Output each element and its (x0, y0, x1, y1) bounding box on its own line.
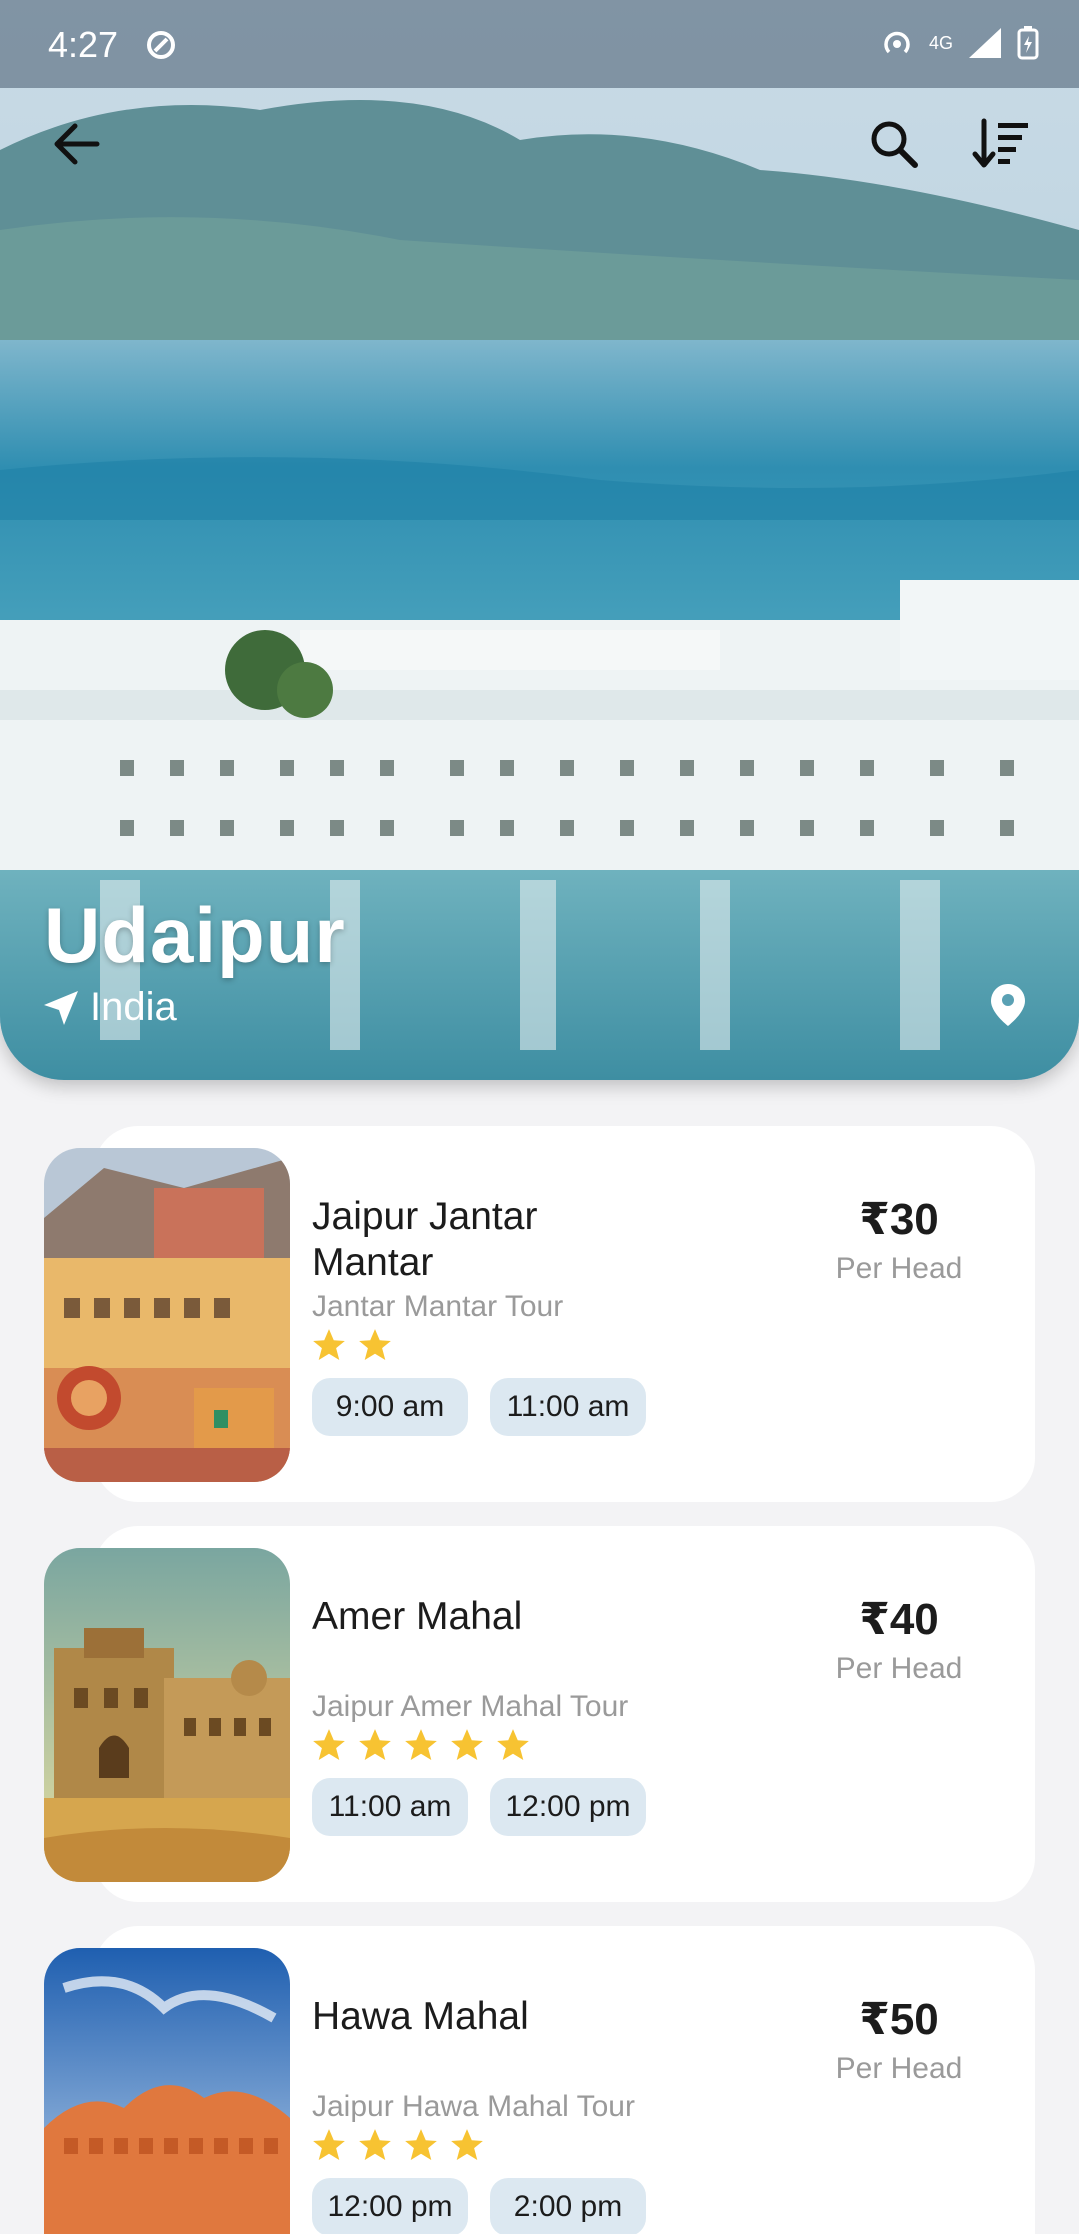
hotspot-icon (884, 31, 910, 54)
star-icon (451, 2129, 483, 2161)
time-slot-chip[interactable]: 11:00 am (312, 1778, 468, 1836)
tour-card[interactable]: Amer Mahal Jaipur Amer Mahal Tour 11:00 … (42, 1526, 1035, 1902)
star-icon (313, 1329, 345, 1361)
location-pin-icon (991, 984, 1025, 1026)
time-slot-chip[interactable]: 2:00 pm (490, 2178, 646, 2234)
time-slots: 12:00 pm 2:00 pm (312, 2178, 646, 2234)
time-slot-chip[interactable]: 9:00 am (312, 1378, 468, 1436)
tour-card[interactable]: Jaipur Jantar Mantar Jantar Mantar Tour … (42, 1126, 1035, 1502)
dnd-icon (147, 31, 175, 59)
status-time: 4:27 (48, 24, 119, 65)
tour-subtitle: Jantar Mantar Tour (312, 1290, 564, 1323)
price-unit: Per Head (835, 1252, 963, 1285)
tour-thumbnail (44, 1148, 290, 1482)
price-unit: Per Head (835, 2052, 963, 2085)
jantar-mantar-image (44, 1148, 290, 1482)
star-icon (313, 2129, 345, 2161)
tour-subtitle: Jaipur Amer Mahal Tour (312, 1690, 629, 1723)
star-icon (359, 2129, 391, 2161)
tour-title: Jaipur Jantar Mantar (312, 1195, 538, 1284)
sort-icon (972, 118, 1028, 168)
star-icon (405, 1729, 437, 1761)
signal-icon (969, 28, 1001, 58)
star-icon (313, 1729, 345, 1761)
status-icons: 4G (879, 26, 1039, 60)
star-icon (497, 1729, 529, 1761)
time-slot-chip[interactable]: 11:00 am (490, 1378, 646, 1436)
tour-price: ₹30 (859, 1195, 939, 1244)
tour-thumbnail (44, 1948, 290, 2234)
rating-stars (310, 1726, 532, 1764)
tour-price: ₹40 (859, 1595, 939, 1644)
star-icon (405, 2129, 437, 2161)
country-row: India (42, 985, 177, 1030)
tour-title: Amer Mahal (312, 1595, 523, 1638)
time-slot-chip[interactable]: 12:00 pm (312, 2178, 468, 2234)
rating-stars (310, 1326, 394, 1364)
time-slots: 11:00 am 12:00 pm (312, 1778, 646, 1836)
tour-title: Hawa Mahal (312, 1995, 529, 2038)
map-pin-button[interactable] (988, 982, 1028, 1033)
country-label: India (90, 985, 177, 1029)
tour-subtitle: Jaipur Hawa Mahal Tour (312, 2090, 635, 2123)
star-icon (359, 1729, 391, 1761)
battery-icon (1017, 26, 1039, 60)
tour-price: ₹50 (859, 1995, 939, 2044)
status-bar: 4:27 4G (0, 0, 1079, 88)
search-icon (871, 121, 918, 168)
search-button[interactable] (862, 112, 926, 176)
price-unit: Per Head (835, 1652, 963, 1685)
back-button[interactable] (44, 112, 108, 176)
tour-card[interactable]: Hawa Mahal Jaipur Hawa Mahal Tour 12:00 … (42, 1926, 1035, 2234)
navigation-arrow-icon (44, 990, 78, 1025)
tour-thumbnail (44, 1548, 290, 1882)
amer-mahal-image (44, 1548, 290, 1882)
network-type: 4G (928, 32, 953, 53)
star-icon (451, 1729, 483, 1761)
hero-header: 4:27 4G Udaipur India (0, 0, 1079, 1080)
star-icon (359, 1329, 391, 1361)
sort-button[interactable] (970, 112, 1034, 176)
time-slot-chip[interactable]: 12:00 pm (490, 1778, 646, 1836)
hawa-mahal-image (44, 1948, 290, 2234)
rating-stars (310, 2126, 486, 2164)
city-title: Udaipur (44, 891, 346, 979)
time-slots: 9:00 am 11:00 am (312, 1378, 646, 1436)
arrow-left-icon (54, 123, 100, 165)
